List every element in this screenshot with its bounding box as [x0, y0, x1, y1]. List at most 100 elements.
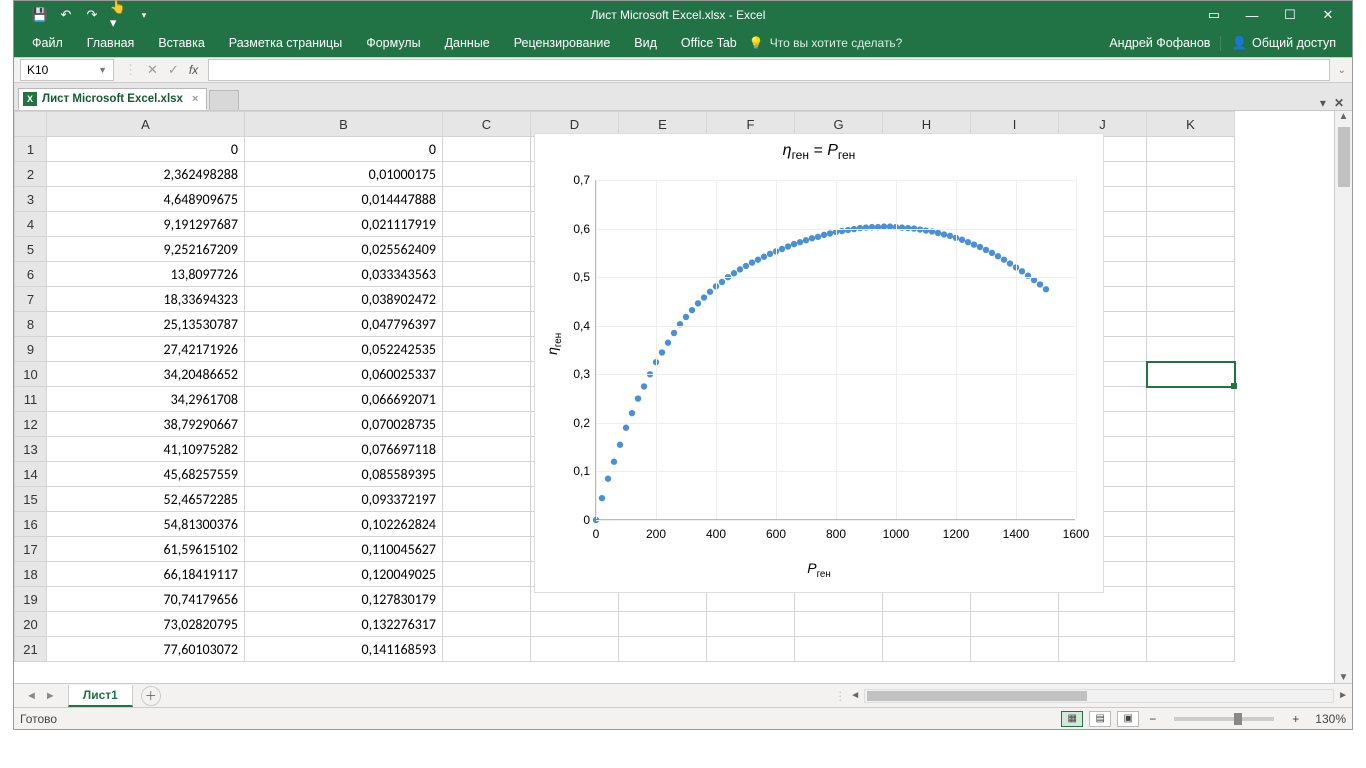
tab-formulas[interactable]: Формулы [354, 29, 432, 57]
cell-B21[interactable]: 0,141168593 [245, 637, 443, 662]
select-all-cell[interactable] [15, 112, 47, 137]
account-user[interactable]: Андрей Фофанов [1099, 36, 1220, 50]
cell-A18[interactable]: 66,18419117 [47, 562, 245, 587]
cell-C7[interactable] [443, 287, 531, 312]
row-header-21[interactable]: 21 [15, 637, 47, 662]
cell-A19[interactable]: 70,74179656 [47, 587, 245, 612]
workbook-tab-new[interactable] [209, 90, 239, 110]
qat-customize-icon[interactable]: ▾ [136, 7, 152, 23]
row-header-20[interactable]: 20 [15, 612, 47, 637]
cell-K21[interactable] [1147, 637, 1235, 662]
cell-K16[interactable] [1147, 512, 1235, 537]
cell-C3[interactable] [443, 187, 531, 212]
cell-K17[interactable] [1147, 537, 1235, 562]
cell-K13[interactable] [1147, 437, 1235, 462]
view-page-break-icon[interactable]: ▣ [1117, 711, 1139, 727]
row-header-14[interactable]: 14 [15, 462, 47, 487]
cell-I21[interactable] [971, 637, 1059, 662]
tab-review[interactable]: Рецензирование [502, 29, 623, 57]
close-icon[interactable]: ✕ [1318, 7, 1338, 23]
cell-F20[interactable] [707, 612, 795, 637]
hscroll-thumb[interactable] [867, 691, 1087, 701]
cell-C20[interactable] [443, 612, 531, 637]
cell-H20[interactable] [883, 612, 971, 637]
cell-A12[interactable]: 38,79290667 [47, 412, 245, 437]
cell-E20[interactable] [619, 612, 707, 637]
share-button[interactable]: 👤 Общий доступ [1220, 36, 1346, 51]
row-header-19[interactable]: 19 [15, 587, 47, 612]
row-header-6[interactable]: 6 [15, 262, 47, 287]
cell-A13[interactable]: 41,10975282 [47, 437, 245, 462]
cell-B14[interactable]: 0,085589395 [245, 462, 443, 487]
chevron-down-icon[interactable]: ▼ [98, 65, 107, 75]
fx-icon[interactable]: fx [189, 63, 198, 77]
cell-A5[interactable]: 9,252167209 [47, 237, 245, 262]
cell-C15[interactable] [443, 487, 531, 512]
cell-C6[interactable] [443, 262, 531, 287]
row-header-16[interactable]: 16 [15, 512, 47, 537]
zoom-level[interactable]: 130% [1309, 712, 1346, 726]
cell-A10[interactable]: 34,20486652 [47, 362, 245, 387]
hscroll-left-icon[interactable]: ◄ [850, 690, 860, 701]
col-header-B[interactable]: B [245, 112, 443, 137]
close-all-icon[interactable]: ✕ [1334, 96, 1344, 110]
cell-G20[interactable] [795, 612, 883, 637]
cell-B5[interactable]: 0,025562409 [245, 237, 443, 262]
cell-C14[interactable] [443, 462, 531, 487]
undo-icon[interactable]: ↶ [58, 7, 74, 23]
cell-C12[interactable] [443, 412, 531, 437]
scroll-down-icon[interactable]: ▼ [1335, 672, 1352, 683]
cell-A7[interactable]: 18,33694323 [47, 287, 245, 312]
cell-A15[interactable]: 52,46572285 [47, 487, 245, 512]
cell-K14[interactable] [1147, 462, 1235, 487]
scroll-up-icon[interactable]: ▲ [1335, 111, 1352, 122]
cell-K10[interactable] [1147, 362, 1235, 387]
cell-B1[interactable]: 0 [245, 137, 443, 162]
cell-A17[interactable]: 61,59615102 [47, 537, 245, 562]
col-header-K[interactable]: K [1147, 112, 1235, 137]
cell-B15[interactable]: 0,093372197 [245, 487, 443, 512]
cell-K11[interactable] [1147, 387, 1235, 412]
cell-A21[interactable]: 77,60103072 [47, 637, 245, 662]
tab-home[interactable]: Главная [75, 29, 147, 57]
cell-K2[interactable] [1147, 162, 1235, 187]
cell-K6[interactable] [1147, 262, 1235, 287]
zoom-slider[interactable] [1174, 717, 1274, 721]
cell-B4[interactable]: 0,021117919 [245, 212, 443, 237]
cell-A14[interactable]: 45,68257559 [47, 462, 245, 487]
workbook-tab-active[interactable]: X Лист Microsoft Excel.xlsx × [18, 88, 207, 110]
tab-insert[interactable]: Вставка [146, 29, 216, 57]
cell-D21[interactable] [531, 637, 619, 662]
cell-A16[interactable]: 54,81300376 [47, 512, 245, 537]
cell-K3[interactable] [1147, 187, 1235, 212]
cell-C9[interactable] [443, 337, 531, 362]
row-header-10[interactable]: 10 [15, 362, 47, 387]
cell-K1[interactable] [1147, 137, 1235, 162]
tab-page-layout[interactable]: Разметка страницы [217, 29, 354, 57]
tab-data[interactable]: Данные [433, 29, 502, 57]
row-header-2[interactable]: 2 [15, 162, 47, 187]
cell-B11[interactable]: 0,066692071 [245, 387, 443, 412]
expand-formula-icon[interactable]: ⌄ [1338, 65, 1346, 76]
cell-H21[interactable] [883, 637, 971, 662]
cell-C19[interactable] [443, 587, 531, 612]
zoom-out-icon[interactable]: − [1145, 712, 1160, 726]
sheet-tab-active[interactable]: Лист1 [68, 685, 133, 707]
tab-office-tab[interactable]: Office Tab [669, 29, 749, 57]
cell-B20[interactable]: 0,132276317 [245, 612, 443, 637]
cell-C1[interactable] [443, 137, 531, 162]
cell-A9[interactable]: 27,42171926 [47, 337, 245, 362]
cell-D20[interactable] [531, 612, 619, 637]
cell-C4[interactable] [443, 212, 531, 237]
row-header-3[interactable]: 3 [15, 187, 47, 212]
touch-mode-icon[interactable]: 👆▾ [110, 7, 126, 23]
row-header-13[interactable]: 13 [15, 437, 47, 462]
cell-B8[interactable]: 0,047796397 [245, 312, 443, 337]
close-tab-icon[interactable]: × [192, 93, 198, 105]
cell-E21[interactable] [619, 637, 707, 662]
row-header-9[interactable]: 9 [15, 337, 47, 362]
ribbon-display-icon[interactable]: ▭ [1204, 7, 1224, 23]
cell-B6[interactable]: 0,033343563 [245, 262, 443, 287]
sheet-nav-prev-icon[interactable]: ◄ [26, 690, 37, 702]
cell-B2[interactable]: 0,01000175 [245, 162, 443, 187]
